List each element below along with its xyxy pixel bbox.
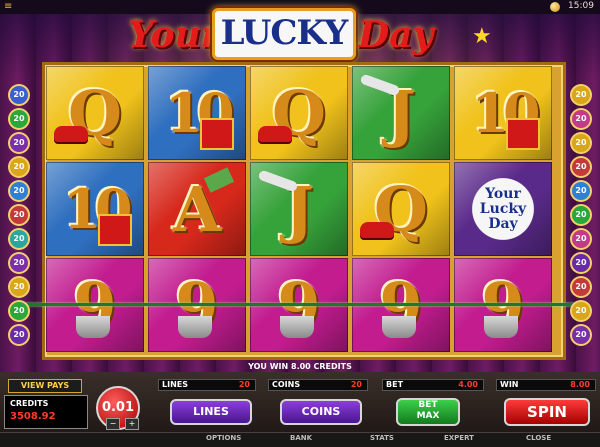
payline-badge-left[interactable]: 20 xyxy=(10,110,28,128)
lines-label: LINES xyxy=(162,380,188,389)
queen-symbol: Q xyxy=(271,76,326,150)
red-car-icon xyxy=(360,222,394,238)
payline-badge-left[interactable]: 20 xyxy=(10,230,28,248)
view-pays-button[interactable]: VIEW PAYS xyxy=(8,379,82,393)
champagne-bucket-icon xyxy=(280,316,314,338)
red-car-icon xyxy=(54,126,88,142)
payline-badge-right[interactable]: 20 xyxy=(572,278,590,296)
reel-cell: 10 xyxy=(46,162,144,256)
footer-bank[interactable]: BANK xyxy=(290,434,312,442)
payline-badge-left[interactable]: 20 xyxy=(10,326,28,344)
lines-button[interactable]: LINES xyxy=(170,399,252,425)
gift-box-icon xyxy=(200,118,234,150)
reel-cell: Q xyxy=(46,66,144,160)
champagne-bucket-icon xyxy=(178,316,212,338)
bet-label: BET xyxy=(386,380,404,389)
reel-cell: J xyxy=(250,162,348,256)
payline-badge-right[interactable]: 20 xyxy=(572,134,590,152)
credits-value: 3508.92 xyxy=(10,411,56,422)
payline-badge-left[interactable]: 20 xyxy=(10,278,28,296)
reel-cell: J xyxy=(352,66,450,160)
payline-badge-left[interactable]: 20 xyxy=(10,254,28,272)
gift-box-icon xyxy=(98,214,132,246)
bet-max-line1: BET xyxy=(418,400,438,410)
payline-badge-right[interactable]: 20 xyxy=(572,326,590,344)
payline-badge-right[interactable]: 20 xyxy=(572,110,590,128)
coins-button[interactable]: COINS xyxy=(280,399,362,425)
footer-close[interactable]: CLOSE xyxy=(526,434,551,442)
logo-day: Day xyxy=(358,14,434,56)
champagne-bucket-icon xyxy=(76,316,110,338)
menu-icon[interactable]: ≡ xyxy=(4,2,16,12)
star-icon: ★ xyxy=(472,24,492,49)
gift-box-icon xyxy=(506,118,540,150)
reel-cell: A xyxy=(148,162,246,256)
credits-label: CREDITS xyxy=(10,399,49,408)
logo-lucky: LUCKY xyxy=(220,13,349,53)
coin-decrease-button[interactable]: − xyxy=(106,418,120,430)
bet-value: 4.00 xyxy=(458,380,478,389)
logo-symbol: Your Lucky Day xyxy=(454,162,552,256)
reel-cell: 10 xyxy=(454,66,552,160)
reel-cell: Q xyxy=(250,66,348,160)
win-value: 8.00 xyxy=(570,380,590,389)
payline-badge-right[interactable]: 20 xyxy=(572,254,590,272)
payline-badge-right[interactable]: 20 xyxy=(572,158,590,176)
champagne-bucket-icon xyxy=(382,316,416,338)
winning-payline xyxy=(18,303,580,306)
payline-badge-left[interactable]: 20 xyxy=(10,158,28,176)
bet-max-line2: MAX xyxy=(416,411,440,421)
payline-badge-right[interactable]: 20 xyxy=(572,230,590,248)
win-label: WIN xyxy=(500,380,519,389)
payline-badge-left[interactable]: 20 xyxy=(10,206,28,224)
queen-symbol: Q xyxy=(67,76,122,150)
reel-cell: Your Lucky Day xyxy=(454,162,552,256)
clock: 15:09 xyxy=(568,1,594,11)
footer-stats[interactable]: STATS xyxy=(370,434,394,442)
payline-badge-left[interactable]: 20 xyxy=(10,134,28,152)
payline-badge-left[interactable]: 20 xyxy=(10,302,28,320)
payline-badge-right[interactable]: 20 xyxy=(572,302,590,320)
footer-options[interactable]: OPTIONS xyxy=(206,434,241,442)
payline-badge-left[interactable]: 20 xyxy=(10,182,28,200)
queen-symbol: Q xyxy=(373,172,428,246)
lines-value: 20 xyxy=(238,380,250,389)
bet-max-button[interactable]: BET MAX xyxy=(396,398,460,426)
red-car-icon xyxy=(258,126,292,142)
logo-lucky-plate: LUCKY xyxy=(212,8,356,60)
payline-badge-right[interactable]: 20 xyxy=(572,86,590,104)
coin-icon xyxy=(550,2,560,12)
coins-value: 20 xyxy=(350,380,362,389)
payline-badge-left[interactable]: 20 xyxy=(10,86,28,104)
footer-expert[interactable]: EXPERT xyxy=(444,434,474,442)
win-message: YOU WIN 8.00 CREDITS xyxy=(248,362,352,371)
game-logo: Your LUCKY Day ★ xyxy=(120,6,492,66)
payline-badge-right[interactable]: 20 xyxy=(572,206,590,224)
spin-button[interactable]: SPIN xyxy=(504,398,590,426)
champagne-bucket-icon xyxy=(484,316,518,338)
reel-cell: 10 xyxy=(148,66,246,160)
reel-cell: Q xyxy=(352,162,450,256)
payline-badge-right[interactable]: 20 xyxy=(572,182,590,200)
logo-your: Your xyxy=(128,14,220,56)
coin-increase-button[interactable]: + xyxy=(125,418,139,430)
coins-label: COINS xyxy=(272,380,301,389)
